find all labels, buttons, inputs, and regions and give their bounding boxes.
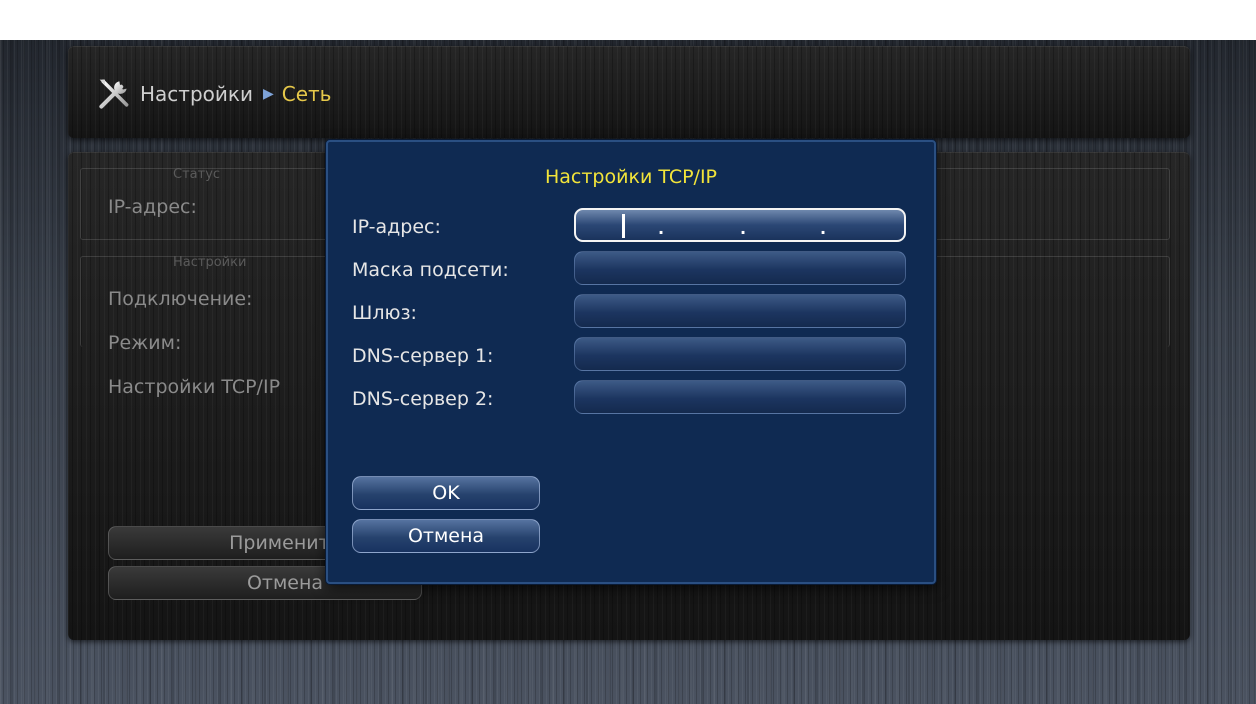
ip-octet-separator: .	[740, 219, 747, 238]
tcpip-settings-label[interactable]: Настройки TCP/IP	[108, 376, 280, 398]
ip-address-input[interactable]: . . .	[574, 208, 906, 242]
subnet-mask-input[interactable]	[574, 251, 906, 285]
text-caret	[622, 214, 625, 238]
gateway-label: Шлюз:	[352, 302, 417, 324]
top-strip	[0, 0, 1256, 40]
ip-address-label: IP-адрес:	[108, 196, 197, 218]
mode-label: Режим:	[108, 332, 182, 354]
dns-server-1-label: DNS-сервер 1:	[352, 345, 494, 367]
ok-button[interactable]: OK	[352, 476, 540, 510]
breadcrumb: Настройки ▶ Сеть	[96, 76, 331, 112]
connection-label: Подключение:	[108, 288, 253, 310]
dialog-title: Настройки TCP/IP	[544, 166, 718, 188]
dns-server-2-input[interactable]	[574, 380, 906, 414]
dns-server-2-label: DNS-сервер 2:	[352, 388, 494, 410]
gateway-input[interactable]	[574, 294, 906, 328]
tools-icon	[99, 79, 129, 109]
subnet-mask-label: Маска подсети:	[352, 259, 509, 281]
status-group-title: Статус	[173, 167, 221, 182]
ip-address-field-label: IP-адрес:	[352, 216, 441, 238]
breadcrumb-root: Настройки	[140, 82, 253, 106]
chevron-right-icon: ▶	[262, 86, 274, 102]
settings-group-title: Настройки	[173, 255, 247, 270]
tcpip-settings-dialog: Настройки TCP/IP IP-адрес: . . . Маска п…	[326, 140, 936, 584]
dialog-cancel-button[interactable]: Отмена	[352, 519, 540, 553]
breadcrumb-current: Сеть	[281, 82, 332, 106]
dns-server-1-input[interactable]	[574, 337, 906, 371]
header-panel: Настройки ▶ Сеть	[68, 46, 1190, 138]
ip-octet-separator: .	[658, 219, 665, 238]
ip-octet-separator: .	[820, 219, 827, 238]
